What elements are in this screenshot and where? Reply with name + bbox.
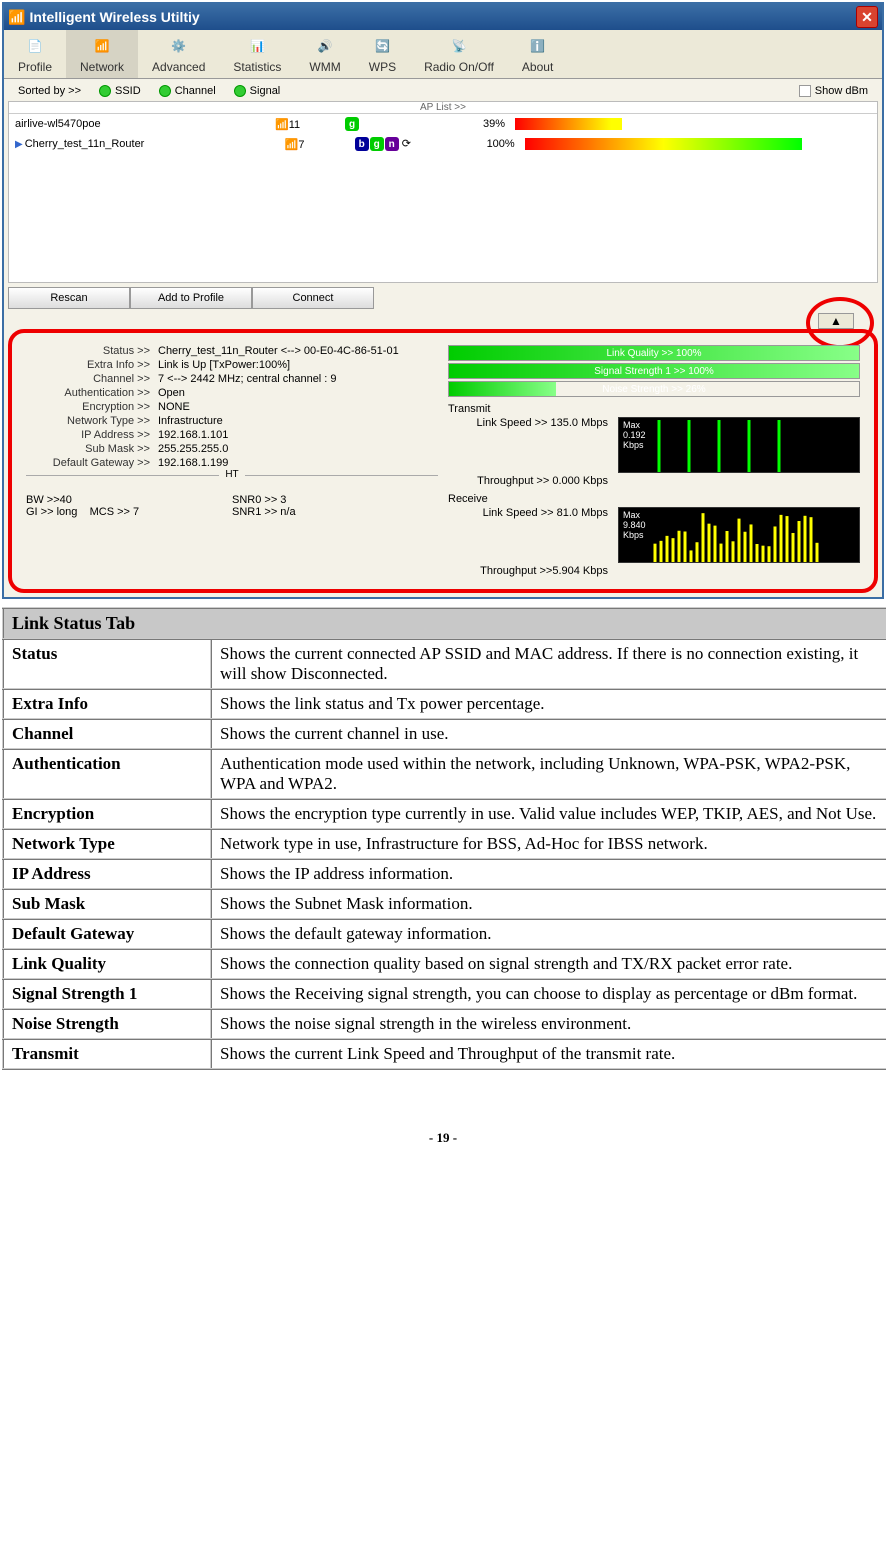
table-row: Signal Strength 1Shows the Receiving sig…	[3, 979, 886, 1009]
tab-wps[interactable]: 🔄WPS	[355, 30, 410, 78]
table-row: Extra InfoShows the link status and Tx p…	[3, 689, 886, 719]
tab-network[interactable]: 📶Network	[66, 30, 138, 78]
table-row: ChannelShows the current channel in use.	[3, 719, 886, 749]
tab-wmm[interactable]: 🔊WMM	[295, 30, 354, 78]
doc-header: Link Status Tab	[3, 608, 886, 639]
table-row: AuthenticationAuthentication mode used w…	[3, 749, 886, 799]
connect-button[interactable]: Connect	[252, 287, 374, 309]
window-title: Intelligent Wireless Utiltiy	[29, 9, 856, 25]
tab-radio-on-off[interactable]: 📡Radio On/Off	[410, 30, 508, 78]
app-icon: 📶	[8, 9, 25, 26]
table-row: Link QualityShows the connection quality…	[3, 949, 886, 979]
sort-ssid[interactable]: SSID	[99, 85, 141, 97]
rescan-button[interactable]: Rescan	[8, 287, 130, 309]
status-kv: Sub Mask >>255.255.255.0	[26, 443, 438, 455]
status-kv: Encryption >>NONE	[26, 401, 438, 413]
sort-bar: Sorted by >> SSID Channel Signal Show dB…	[8, 83, 878, 99]
ap-list: AP List >> airlive-wl5470poe📶11g39%Cherr…	[8, 101, 878, 283]
sort-signal[interactable]: Signal	[234, 85, 281, 97]
ap-list-header: AP List >>	[9, 102, 877, 114]
table-row: IP AddressShows the IP address informati…	[3, 859, 886, 889]
rx-link-speed: Link Speed >> 81.0 Mbps	[448, 507, 612, 563]
receive-title: Receive	[448, 493, 860, 505]
status-kv: Channel >>7 <--> 2442 MHz; central chann…	[26, 373, 438, 385]
table-row: Sub MaskShows the Subnet Mask informatio…	[3, 889, 886, 919]
status-panel: Status >>Cherry_test_11n_Router <--> 00-…	[8, 329, 878, 593]
titlebar: 📶 Intelligent Wireless Utiltiy ✕	[4, 4, 882, 30]
tx-graph: Max 0.192 Kbps	[618, 417, 860, 473]
tab-advanced[interactable]: ⚙️Advanced	[138, 30, 219, 78]
tx-throughput: Throughput >> 0.000 Kbps	[448, 475, 612, 487]
table-row: EncryptionShows the encryption type curr…	[3, 799, 886, 829]
rx-max: Max 9.840 Kbps	[623, 510, 646, 540]
status-right: Link Quality >> 100% Signal Strength 1 >>…	[448, 343, 860, 579]
status-kv: Network Type >>Infrastructure	[26, 415, 438, 427]
table-row: StatusShows the current connected AP SSI…	[3, 639, 886, 689]
status-kv: Authentication >>Open	[26, 387, 438, 399]
ht-snr1: SNR1 >> n/a	[232, 506, 438, 518]
action-buttons: Rescan Add to Profile Connect	[8, 287, 878, 309]
status-kv: Default Gateway >>192.168.1.199	[26, 457, 438, 469]
status-kv: IP Address >>192.168.1.101	[26, 429, 438, 441]
tab-profile[interactable]: 📄Profile	[4, 30, 66, 78]
ap-row[interactable]: airlive-wl5470poe📶11g39%	[9, 114, 877, 134]
meter: Link Quality >> 100%	[448, 345, 860, 361]
table-row: TransmitShows the current Link Speed and…	[3, 1039, 886, 1069]
sort-channel[interactable]: Channel	[159, 85, 216, 97]
ht-bw: BW >>40	[26, 494, 232, 506]
transmit-title: Transmit	[448, 403, 860, 415]
table-row: Noise StrengthShows the noise signal str…	[3, 1009, 886, 1039]
tab-statistics[interactable]: 📊Statistics	[219, 30, 295, 78]
tab-about[interactable]: ℹ️About	[508, 30, 567, 78]
ht-gi: GI >> long MCS >> 7	[26, 506, 232, 518]
close-button[interactable]: ✕	[856, 6, 878, 28]
window-body: Sorted by >> SSID Channel Signal Show dB…	[4, 79, 882, 597]
ap-row[interactable]: Cherry_test_11n_Router📶7bgn⟳100%	[9, 134, 877, 154]
collapse-row: ▲	[8, 313, 878, 329]
ht-snr0: SNR0 >> 3	[232, 494, 438, 506]
show-dbm-checkbox[interactable]: Show dBm	[799, 85, 868, 97]
status-kv: Extra Info >>Link is Up [TxPower:100%]	[26, 359, 438, 371]
link-status-table: Link Status Tab StatusShows the current …	[2, 607, 886, 1070]
add-to-profile-button[interactable]: Add to Profile	[130, 287, 252, 309]
sorted-by-label: Sorted by >>	[18, 85, 81, 97]
meter: Signal Strength 1 >> 100%	[448, 363, 860, 379]
rx-throughput: Throughput >>5.904 Kbps	[448, 565, 612, 577]
meter: Noise Strength >> 26%	[448, 381, 860, 397]
page-number: - 19 -	[0, 1130, 886, 1146]
table-row: Network TypeNetwork type in use, Infrast…	[3, 829, 886, 859]
app-window: 📶 Intelligent Wireless Utiltiy ✕ 📄Profil…	[2, 2, 884, 599]
main-toolbar: 📄Profile📶Network⚙️Advanced📊Statistics🔊WM…	[4, 30, 882, 79]
status-left: Status >>Cherry_test_11n_Router <--> 00-…	[26, 343, 438, 579]
tx-max: Max 0.192 Kbps	[623, 420, 646, 450]
ht-divider: HT	[26, 475, 438, 488]
status-kv: Status >>Cherry_test_11n_Router <--> 00-…	[26, 345, 438, 357]
table-row: Default GatewayShows the default gateway…	[3, 919, 886, 949]
collapse-toggle[interactable]: ▲	[818, 313, 854, 329]
rx-graph: Max 9.840 Kbps	[618, 507, 860, 563]
tx-link-speed: Link Speed >> 135.0 Mbps	[448, 417, 612, 473]
